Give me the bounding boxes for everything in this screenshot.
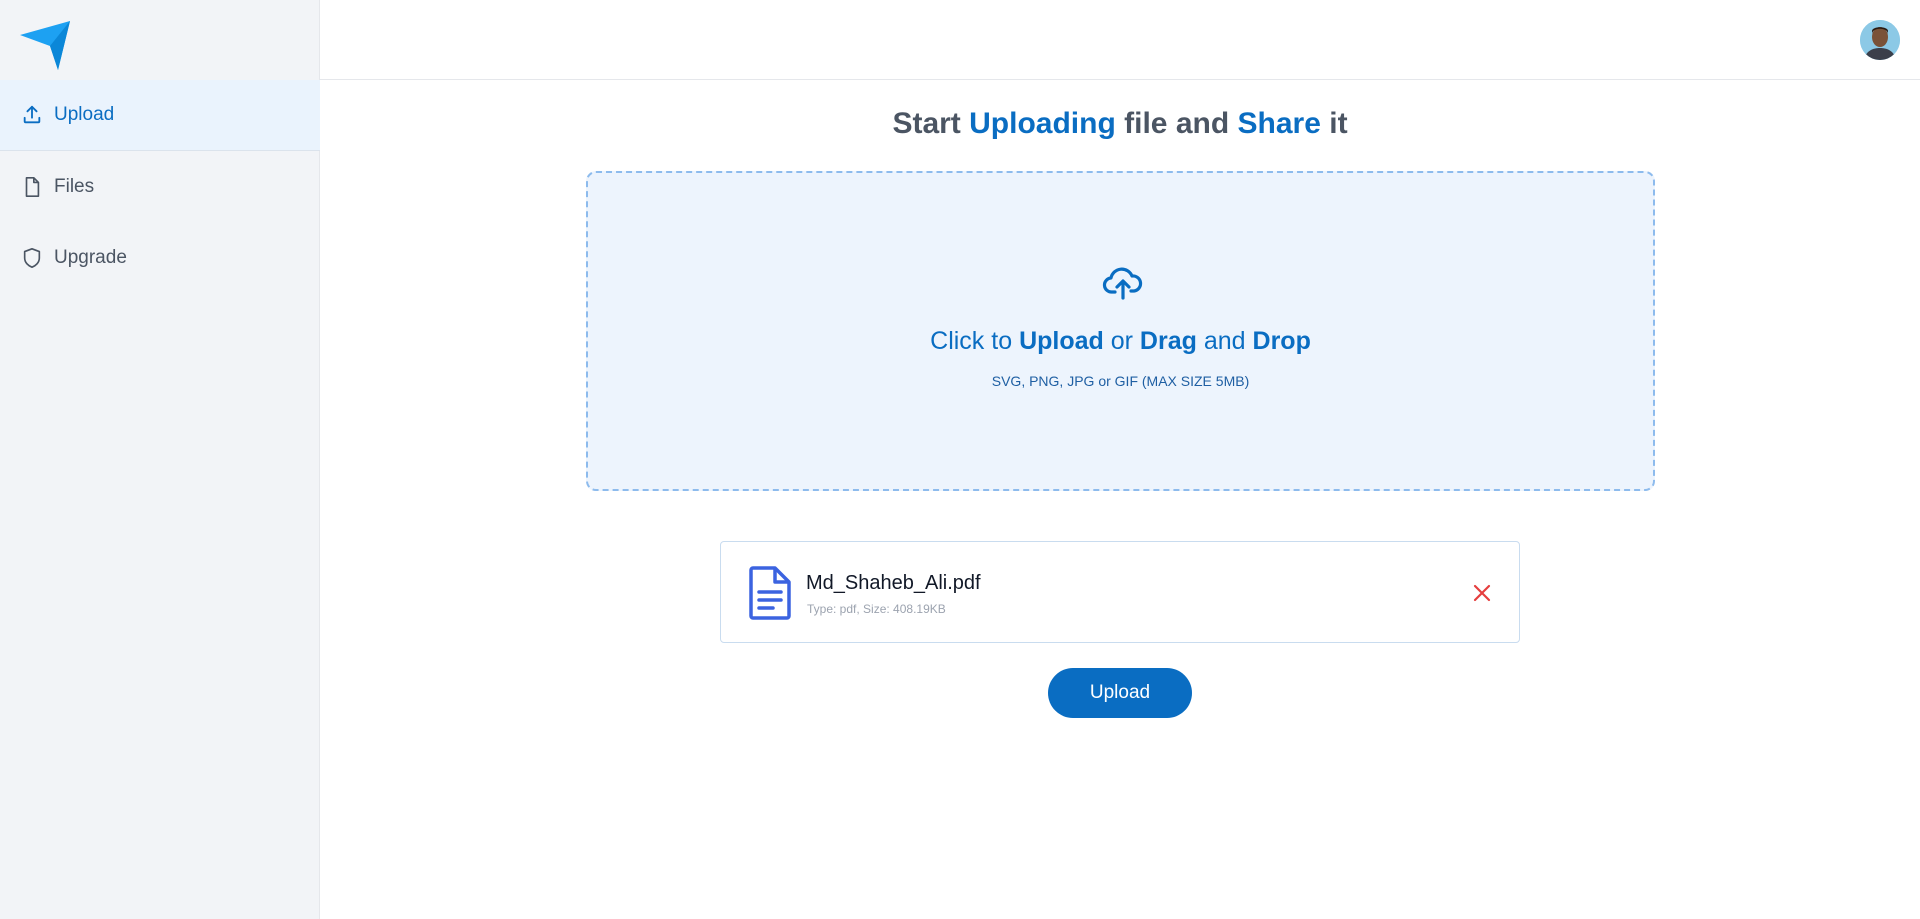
dropzone-click-to: Click to	[930, 327, 1013, 355]
top-bar	[320, 0, 1920, 80]
file-dropzone[interactable]: Click to Upload or Drag and Drop SVG, PN…	[586, 171, 1655, 491]
page-title: Start Uploading file and Share it	[320, 107, 1920, 141]
dropzone-title: Click to Upload or Drag and Drop	[588, 327, 1653, 356]
upload-button[interactable]: Upload	[1048, 668, 1192, 718]
cloud-upload-icon	[1102, 267, 1143, 300]
close-icon[interactable]	[1471, 582, 1493, 604]
sidebar-nav: Upload Files Upgrade	[0, 80, 320, 293]
sidebar-item-files[interactable]: Files	[0, 151, 320, 222]
heading-share: Share	[1237, 107, 1321, 140]
dropzone-drag: Drag	[1139, 327, 1197, 355]
sidebar: Upload Files Upgrade	[0, 0, 320, 919]
heading-file-and: file and	[1124, 107, 1230, 140]
file-name: Md_Shaheb_Ali.pdf	[806, 572, 981, 594]
selected-file-card: Md_Shaheb_Ali.pdf Type: pdf, Size: 408.1…	[720, 541, 1520, 643]
avatar[interactable]	[1860, 20, 1900, 60]
heading-it: it	[1329, 107, 1348, 140]
dropzone-drop: Drop	[1252, 327, 1311, 355]
dropzone-hint: SVG, PNG, JPG or GIF (MAX SIZE 5MB)	[991, 373, 1250, 389]
dropzone-and: and	[1203, 327, 1246, 355]
main-content: Start Uploading file and Share it Click …	[320, 81, 1920, 919]
dropzone-or: or	[1110, 327, 1133, 355]
file-icon	[20, 175, 44, 199]
shield-icon	[20, 246, 44, 270]
sidebar-item-upload[interactable]: Upload	[0, 80, 320, 151]
upload-icon	[20, 103, 44, 127]
file-meta: Type: pdf, Size: 408.19KB	[807, 602, 946, 616]
heading-uploading: Uploading	[969, 107, 1116, 140]
sidebar-item-upgrade[interactable]: Upgrade	[0, 222, 320, 293]
document-icon	[749, 566, 791, 620]
paper-plane-logo-icon[interactable]	[18, 18, 72, 72]
sidebar-item-label: Upgrade	[54, 246, 127, 268]
heading-start: Start	[892, 107, 961, 140]
dropzone-upload: Upload	[1019, 327, 1104, 355]
sidebar-item-label: Upload	[54, 104, 115, 125]
sidebar-item-label: Files	[54, 175, 95, 197]
